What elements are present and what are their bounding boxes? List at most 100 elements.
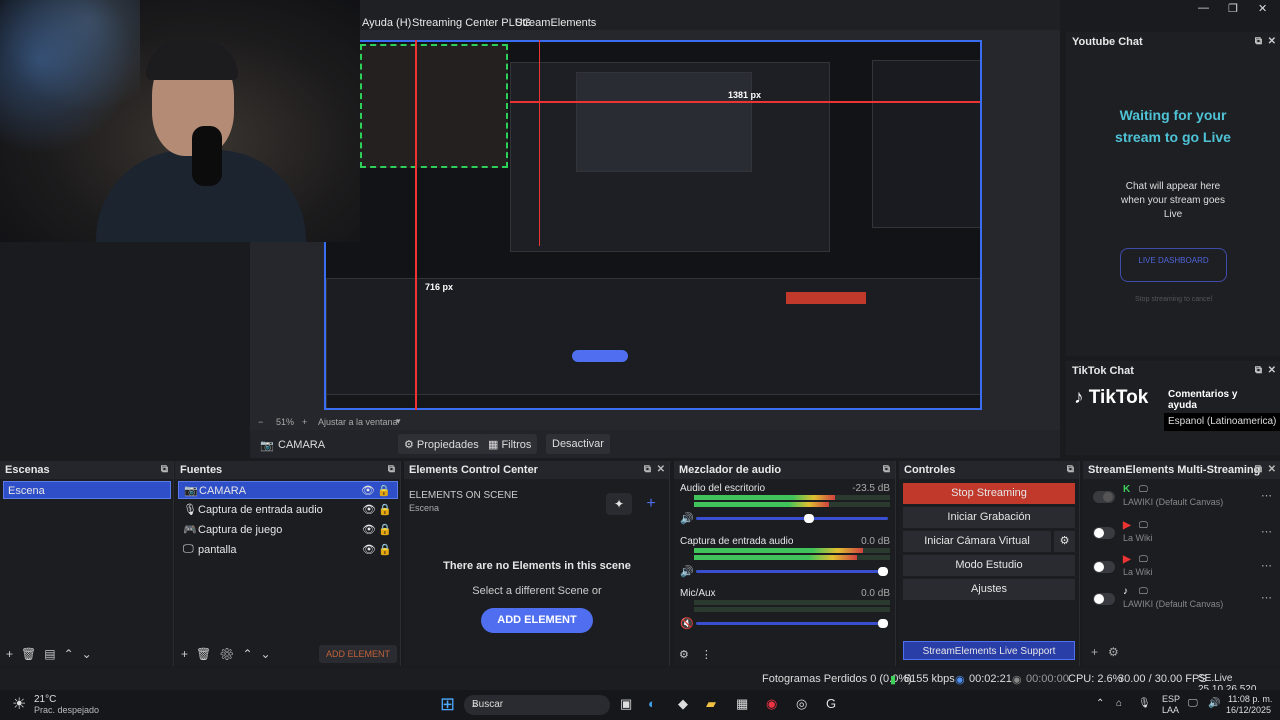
edge-icon[interactable]: ◐ (648, 696, 656, 711)
app-icon[interactable]: ◆ (678, 696, 688, 712)
more-icon[interactable]: ⋮ (701, 649, 724, 661)
trash-icon[interactable]: 🗑 (196, 647, 219, 661)
menu-streamelements[interactable]: StreamElements (515, 17, 596, 29)
lock-icon[interactable]: 🔒 (377, 484, 391, 497)
folder-icon[interactable]: ▰ (706, 696, 716, 712)
move-down-icon[interactable]: ⌄ (82, 647, 100, 661)
source-item-camara[interactable]: 📷 CAMARA 👁 🔒 (178, 481, 398, 499)
live-dashboard-button[interactable]: LIVE DASHBOARD (1120, 248, 1227, 282)
speaker-icon[interactable]: 🔊 (1208, 698, 1220, 709)
float-icon[interactable]: ⧉ (644, 464, 651, 475)
menu-help[interactable]: Ayuda (H) (362, 17, 411, 29)
windows-start-icon[interactable]: ⊞ (440, 694, 455, 715)
chrome-icon[interactable]: ◉ (766, 696, 777, 712)
menu-streaming-center[interactable]: Streaming Center PLUG (412, 17, 531, 29)
source-item-audio[interactable]: 🎙 Captura de entrada audio 👁 🔒 (178, 501, 398, 519)
more-icon[interactable]: ⋯ (1261, 559, 1272, 572)
virtual-camera-button[interactable]: Iniciar Cámara Virtual (903, 531, 1051, 552)
filters-button[interactable]: ▦ Filtros (482, 434, 538, 454)
preview-canvas[interactable] (324, 40, 982, 410)
clock-date[interactable]: 16/12/2025 (1226, 705, 1271, 715)
app2-icon[interactable]: G (826, 696, 836, 711)
toggle-switch[interactable] (1093, 593, 1115, 605)
add-element-small-button[interactable]: ADD ELEMENT (319, 645, 397, 663)
float-icon[interactable]: ⧉ (1255, 365, 1262, 376)
add-icon[interactable]: + (1091, 645, 1108, 659)
mute-icon[interactable]: 🔇 (680, 617, 694, 630)
lock-icon[interactable]: 🔒 (378, 503, 392, 516)
minimize-button[interactable]: — (1198, 2, 1209, 14)
volume-slider[interactable] (696, 619, 888, 628)
dock-menu-icon[interactable]: ⧉ (1067, 464, 1074, 475)
volume-handle[interactable] (878, 619, 888, 628)
chevron-up-icon[interactable]: ⌃ (1096, 698, 1104, 709)
filter-icon[interactable]: ▤ (44, 647, 63, 661)
monitor-icon[interactable]: 🖵 (1188, 698, 1198, 709)
close-icon[interactable]: ✕ (1268, 464, 1276, 475)
tiktok-help-link[interactable]: Comentarios y ayuda (1168, 389, 1248, 411)
studio-mode-button[interactable]: Modo Estudio (903, 555, 1075, 576)
toggle-switch[interactable] (1093, 527, 1115, 539)
move-up-icon[interactable]: ⌃ (64, 647, 82, 661)
eye-icon[interactable]: 👁 (362, 503, 376, 516)
source-item-screen[interactable]: 🖵 pantalla 👁 🔒 (178, 541, 398, 559)
deactivate-button[interactable]: Desactivar (546, 434, 610, 454)
close-icon[interactable]: ✕ (657, 464, 665, 475)
gear-icon[interactable]: ⚙ (679, 649, 701, 661)
lang-top[interactable]: ESP (1162, 694, 1180, 704)
scene-item[interactable]: Escena (3, 481, 171, 499)
volume-slider[interactable] (696, 514, 888, 523)
speaker-icon[interactable]: 🔊 (680, 512, 694, 525)
properties-button[interactable]: ⚙ Propiedades (398, 434, 485, 454)
volume-handle[interactable] (878, 567, 888, 576)
source-item-game[interactable]: 🎮 Captura de juego 👁 🔒 (178, 521, 398, 539)
volume-slider[interactable] (696, 567, 888, 576)
add-icon[interactable]: + (6, 647, 21, 661)
taskbar-search[interactable]: ⌕ Buscar (464, 695, 610, 715)
obs-icon[interactable]: ◎ (796, 696, 807, 712)
trash-icon[interactable]: 🗑 (21, 647, 44, 661)
maximize-button[interactable]: ❐ (1228, 2, 1238, 15)
store-icon[interactable]: ▦ (736, 696, 748, 712)
mic-icon[interactable]: 🎙 (1138, 698, 1151, 709)
chevron-down-icon[interactable]: ▾ (396, 416, 401, 427)
close-button[interactable]: ✕ (1258, 2, 1267, 15)
tiktok-language-select[interactable]: Espanol (Latinoamerica) (1164, 413, 1280, 431)
plus-icon[interactable]: + (638, 493, 664, 515)
lock-icon[interactable]: 🔒 (378, 543, 392, 556)
close-icon[interactable]: ✕ (1268, 365, 1276, 376)
network-icon[interactable]: ⌂ (1116, 698, 1122, 709)
more-icon[interactable]: ⋯ (1261, 489, 1272, 502)
live-support-button[interactable]: StreamElements Live Support (903, 641, 1075, 660)
toggle-switch[interactable] (1093, 491, 1115, 503)
clock-time[interactable]: 11:08 p. m. (1228, 694, 1272, 704)
weather-icon[interactable]: ☀ (12, 694, 26, 714)
lang-bottom[interactable]: LAA (1162, 705, 1179, 715)
webcam-source-outline[interactable] (360, 44, 508, 168)
task-view-icon[interactable]: ▣ (620, 696, 632, 712)
gear-icon[interactable]: ⚙ (1054, 531, 1075, 552)
eye-icon[interactable]: 👁 (361, 484, 375, 497)
add-icon[interactable]: + (181, 647, 196, 661)
speaker-icon[interactable]: 🔊 (680, 565, 694, 578)
add-element-button[interactable]: ADD ELEMENT (481, 608, 593, 633)
float-icon[interactable]: ⧉ (1255, 36, 1262, 47)
move-down-icon[interactable]: ⌄ (261, 647, 279, 661)
eye-icon[interactable]: 👁 (362, 543, 376, 556)
sparkle-icon[interactable]: ✦ (606, 493, 632, 515)
gear-icon[interactable]: ⚙ (219, 647, 242, 661)
toggle-switch[interactable] (1093, 561, 1115, 573)
dock-menu-icon[interactable]: ⧉ (161, 464, 168, 475)
more-icon[interactable]: ⋯ (1261, 525, 1272, 538)
zoom-fit-select[interactable]: Ajustar a la ventana (318, 417, 398, 427)
zoom-in-button[interactable]: + (302, 417, 307, 427)
volume-handle[interactable] (804, 514, 814, 523)
dock-menu-icon[interactable]: ⧉ (883, 464, 890, 475)
eye-icon[interactable]: 👁 (362, 523, 376, 536)
float-icon[interactable]: ⧉ (1255, 464, 1262, 475)
close-icon[interactable]: ✕ (1268, 36, 1276, 47)
start-recording-button[interactable]: Iniciar Grabación (903, 507, 1075, 528)
move-up-icon[interactable]: ⌃ (242, 647, 260, 661)
gear-icon[interactable]: ⚙ (1108, 645, 1129, 659)
dock-menu-icon[interactable]: ⧉ (388, 464, 395, 475)
